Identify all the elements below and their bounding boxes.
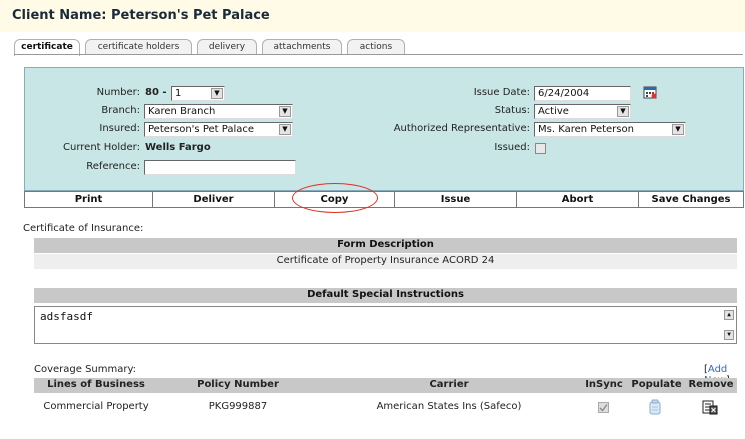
insured-select[interactable]: Peterson's Pet Palace ▼ bbox=[144, 122, 293, 137]
scroll-up-icon[interactable]: ▲ bbox=[724, 310, 734, 320]
chevron-down-icon[interactable]: ▼ bbox=[279, 124, 291, 135]
branch-select[interactable]: Karen Branch ▼ bbox=[144, 104, 293, 119]
number-select-value: 1 bbox=[175, 88, 182, 99]
number-prefix: 80 - bbox=[145, 87, 167, 98]
print-button[interactable]: Print bbox=[25, 192, 153, 207]
deliver-button[interactable]: Deliver bbox=[153, 192, 275, 207]
issue-button[interactable]: Issue bbox=[395, 192, 517, 207]
page-title: Client Name: Peterson's Pet Palace bbox=[12, 8, 270, 23]
auth-rep-label: Authorized Representative: bbox=[393, 123, 530, 134]
certificate-section-label: Certificate of Insurance: bbox=[23, 223, 144, 234]
chevron-down-icon[interactable]: ▼ bbox=[672, 124, 684, 135]
check-icon bbox=[599, 404, 608, 412]
certificate-form-panel: Number: 80 - 1 ▼ Branch: Karen Branch ▼ … bbox=[24, 67, 744, 191]
status-select[interactable]: Active ▼ bbox=[534, 104, 631, 119]
chevron-down-icon[interactable]: ▼ bbox=[211, 88, 223, 99]
title-bar: Client Name: Peterson's Pet Palace bbox=[0, 0, 745, 32]
chevron-down-icon[interactable]: ▼ bbox=[279, 106, 291, 117]
tab-divider bbox=[14, 54, 743, 55]
instructions-textarea[interactable]: adsfasdf ▲ ▼ bbox=[34, 306, 737, 344]
reference-label: Reference: bbox=[86, 161, 140, 172]
form-description-header: Form Description bbox=[34, 238, 737, 253]
col-lines-of-business: Lines of Business bbox=[47, 379, 145, 390]
save-changes-button[interactable]: Save Changes bbox=[639, 192, 743, 207]
insured-label: Insured: bbox=[99, 123, 140, 134]
coverage-section-label: Coverage Summary: bbox=[34, 364, 137, 375]
copy-button[interactable]: Copy bbox=[275, 192, 395, 207]
issue-date-label: Issue Date: bbox=[473, 87, 530, 98]
holder-label: Current Holder: bbox=[63, 142, 140, 153]
auth-rep-select-value: Ms. Karen Peterson bbox=[538, 124, 634, 135]
issue-date-input[interactable]: 6/24/2004 bbox=[534, 86, 631, 101]
tab-actions[interactable]: actions bbox=[347, 39, 405, 55]
row-line-of-business: Commercial Property bbox=[43, 401, 149, 412]
insured-select-value: Peterson's Pet Palace bbox=[148, 124, 255, 135]
scroll-down-icon[interactable]: ▼ bbox=[724, 330, 734, 340]
chevron-down-icon[interactable]: ▼ bbox=[617, 106, 629, 117]
instructions-text: adsfasdf bbox=[40, 310, 93, 323]
col-populate: Populate bbox=[631, 379, 682, 390]
number-select[interactable]: 1 ▼ bbox=[171, 86, 225, 101]
branch-select-value: Karen Branch bbox=[148, 106, 216, 117]
branch-label: Branch: bbox=[101, 105, 140, 116]
holder-value: Wells Fargo bbox=[145, 142, 211, 153]
action-bar: Print Deliver Copy Issue Abort Save Chan… bbox=[24, 191, 744, 208]
calendar-icon[interactable] bbox=[643, 85, 657, 99]
number-label: Number: bbox=[96, 87, 140, 98]
col-remove: Remove bbox=[688, 379, 734, 390]
row-policy-number: PKG999887 bbox=[208, 401, 268, 412]
row-carrier: American States Ins (Safeco) bbox=[376, 401, 522, 412]
col-insync: InSync bbox=[585, 379, 623, 390]
insync-checkbox[interactable] bbox=[598, 402, 609, 413]
col-carrier: Carrier bbox=[429, 379, 469, 390]
populate-icon[interactable] bbox=[648, 399, 662, 415]
issued-label: Issued: bbox=[494, 142, 530, 153]
instructions-header: Default Special Instructions bbox=[34, 288, 737, 303]
col-policy-number: Policy Number bbox=[197, 379, 279, 390]
form-description-value: Certificate of Property Insurance ACORD … bbox=[34, 254, 737, 269]
status-select-value: Active bbox=[538, 106, 569, 117]
tab-attachments[interactable]: attachments bbox=[262, 39, 342, 55]
status-label: Status: bbox=[494, 105, 530, 116]
auth-rep-select[interactable]: Ms. Karen Peterson ▼ bbox=[534, 122, 686, 137]
tab-delivery[interactable]: delivery bbox=[197, 39, 257, 55]
issued-checkbox[interactable] bbox=[535, 143, 546, 154]
tab-certificate-holders[interactable]: certificate holders bbox=[85, 39, 192, 55]
remove-icon[interactable] bbox=[702, 399, 718, 415]
reference-input[interactable] bbox=[144, 160, 296, 175]
abort-button[interactable]: Abort bbox=[517, 192, 639, 207]
